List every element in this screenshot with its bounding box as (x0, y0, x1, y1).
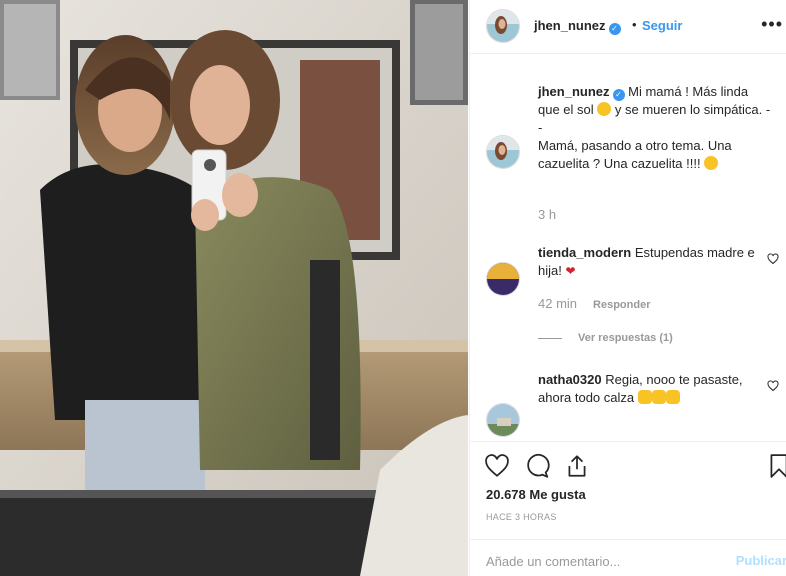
author-avatar[interactable] (486, 9, 520, 43)
post-actions: 20.678 Me gusta HACE 3 HORAS Publicar (470, 441, 786, 576)
caption-username[interactable]: jhen_nunez ✓ (538, 84, 625, 101)
comment-input[interactable] (486, 551, 716, 571)
like-comment-heart-icon[interactable] (767, 253, 779, 265)
commenter-avatar[interactable] (486, 262, 520, 296)
comment-time[interactable]: 42 min (538, 296, 577, 311)
author-username-text[interactable]: jhen_nunez (534, 18, 606, 33)
view-replies-button[interactable]: Ver respuestas (1) (538, 332, 673, 344)
like-comment-heart-icon[interactable] (767, 380, 779, 392)
verified-icon: ✓ (608, 23, 621, 35)
bookmark-icon[interactable] (766, 453, 786, 479)
clapping-hands-emoji-icon (637, 390, 652, 404)
author-username[interactable]: jhen_nunez ✓ (534, 18, 621, 35)
comment-username[interactable]: tienda_modern (538, 245, 631, 260)
caption-avatar[interactable] (486, 135, 520, 169)
follow-button[interactable]: Seguir (642, 18, 682, 33)
comment-icon[interactable] (524, 453, 550, 479)
verified-icon: ✓ (612, 89, 625, 101)
publish-button[interactable]: Publicar (736, 553, 786, 568)
caption-time[interactable]: 3 h (538, 207, 556, 222)
commenter-avatar[interactable] (486, 403, 520, 437)
post-sidebar: jhen_nunez ✓ • Seguir ••• jhen_nunez ✓ Mi … (469, 0, 786, 576)
post-timestamp[interactable]: HACE 3 HORAS (486, 512, 557, 522)
comment-meta: 42 min Responder (538, 296, 651, 311)
add-comment-bar: Publicar (470, 539, 786, 576)
reply-button[interactable]: Responder (593, 299, 650, 311)
clapping-hands-emoji-icon (651, 390, 666, 404)
like-count[interactable]: 20.678 Me gusta (486, 487, 586, 502)
header-separator: • (632, 17, 637, 32)
clapping-hands-emoji-icon (665, 390, 680, 404)
share-icon[interactable] (564, 453, 590, 479)
comment-body: tienda_modern Estupendas madre e hija! ❤ (538, 244, 773, 280)
laughing-emoji-icon (704, 156, 719, 170)
comment-username[interactable]: natha0320 (538, 372, 602, 387)
post-photo[interactable] (0, 0, 468, 576)
post-header: jhen_nunez ✓ • Seguir ••• (470, 0, 786, 54)
heart-eyes-emoji-icon (597, 102, 612, 116)
view-replies-line (538, 337, 562, 339)
heart-emoji-icon: ❤ (565, 264, 576, 278)
caption-username-text[interactable]: jhen_nunez (538, 84, 610, 99)
view-replies-label[interactable]: Ver respuestas (1) (578, 332, 673, 344)
comments-list[interactable]: jhen_nunez ✓ Mi mamá ! Más linda que el s… (470, 55, 786, 441)
more-icon[interactable]: ••• (761, 14, 783, 35)
caption-body: jhen_nunez ✓ Mi mamá ! Más linda que el s… (538, 83, 773, 173)
comment-body: natha0320 Regia, nooo te pasaste, ahora … (538, 371, 773, 407)
photo-illustration (0, 0, 468, 576)
heart-icon[interactable] (484, 453, 510, 479)
